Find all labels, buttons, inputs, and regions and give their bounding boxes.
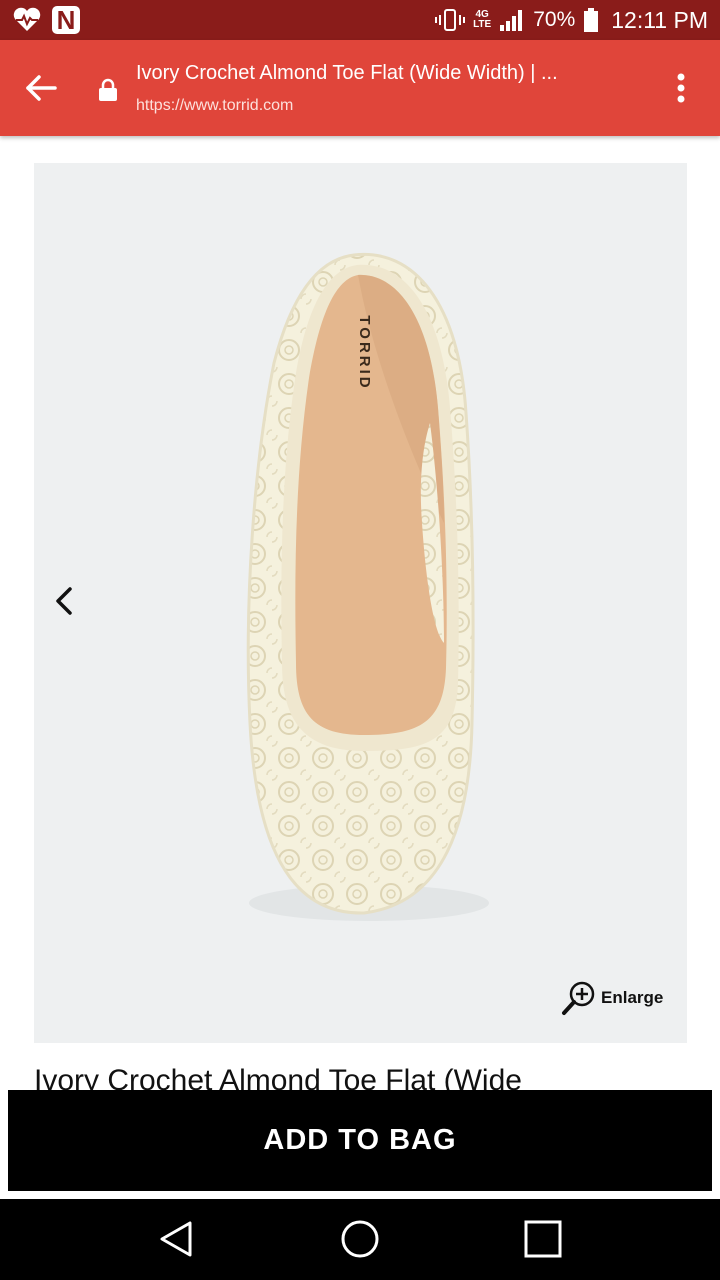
back-triangle-icon[interactable] <box>154 1217 198 1261</box>
clock: 12:11 PM <box>611 6 708 33</box>
overflow-menu-icon[interactable] <box>668 70 694 106</box>
lock-icon <box>99 78 117 101</box>
vibrate-icon <box>435 9 466 31</box>
n-app-icon: N <box>52 6 80 34</box>
page-title[interactable]: Ivory Crochet Almond Toe Flat (Wide Widt… <box>136 62 656 85</box>
status-bar-left: N <box>12 6 80 34</box>
shoe-illustration: TORRID <box>246 252 489 921</box>
system-nav-bar <box>0 1199 720 1280</box>
enlarge-button[interactable]: Enlarge <box>561 980 663 1016</box>
previous-image-arrow-icon[interactable] <box>50 583 80 619</box>
heart-pulse-icon <box>13 7 41 31</box>
zoom-in-icon <box>562 981 595 1015</box>
home-circle-icon[interactable] <box>338 1217 382 1261</box>
status-bar-right: 4G LTE 70% 12:11 PM <box>435 7 708 34</box>
product-image[interactable]: TORRID Enlarge <box>34 163 687 1043</box>
back-arrow-icon[interactable] <box>22 69 60 107</box>
product-title: Ivory Crochet Almond Toe Flat (Wide <box>34 1064 522 1090</box>
signal-icon <box>500 10 523 31</box>
network-type: 4G LTE <box>473 10 491 30</box>
add-to-bag-button[interactable]: ADD TO BAG <box>8 1090 712 1191</box>
status-bar: N 4G LTE 70% 12:11 PM <box>0 0 720 40</box>
enlarge-label: Enlarge <box>601 988 664 1007</box>
network-sub-label: LTE <box>473 19 492 30</box>
battery-icon <box>584 8 599 32</box>
page-url[interactable]: https://www.torrid.com <box>136 97 293 115</box>
recents-square-icon[interactable] <box>521 1217 565 1261</box>
insole-brand-text: TORRID <box>356 315 373 390</box>
browser-toolbar: Ivory Crochet Almond Toe Flat (Wide Widt… <box>0 40 720 136</box>
battery-percent: 70% <box>533 8 576 31</box>
